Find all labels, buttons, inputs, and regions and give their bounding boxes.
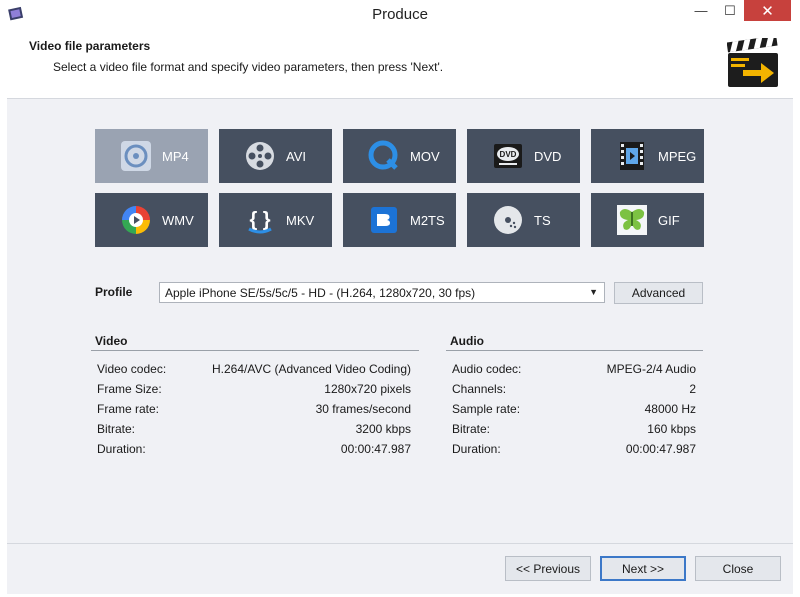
format-avi[interactable]: AVI xyxy=(219,129,332,183)
film-reel-icon xyxy=(243,139,277,173)
content-area: MP4 AVI MOV DVD DVD MPEG WMV { } MKV M2T… xyxy=(7,99,793,543)
video-row: Duration: 00:00:47.987 xyxy=(97,442,411,456)
audio-section-title: Audio xyxy=(450,334,484,348)
format-label: TS xyxy=(534,212,551,228)
format-mp4[interactable]: MP4 xyxy=(95,129,208,183)
dialog-footer: << Previous Next >> Close xyxy=(7,543,793,594)
video-codec-value: H.264/AVC (Advanced Video Coding) xyxy=(211,362,411,376)
close-button[interactable]: Close xyxy=(695,556,781,581)
disc-icon xyxy=(119,139,153,173)
format-ts[interactable]: TS xyxy=(467,193,580,247)
audio-row: Audio codec: MPEG-2/4 Audio xyxy=(452,362,696,376)
film-strip-icon xyxy=(615,139,649,173)
format-label: MOV xyxy=(410,148,440,164)
video-row: Bitrate: 3200 kbps xyxy=(97,422,411,436)
audio-row: Channels: 2 xyxy=(452,382,696,396)
channels-label: Channels: xyxy=(452,382,507,396)
butterfly-icon xyxy=(615,203,649,237)
profile-dropdown[interactable]: Apple iPhone SE/5s/5c/5 - HD - (H.264, 1… xyxy=(159,282,605,303)
audio-divider xyxy=(446,350,703,351)
format-mov[interactable]: MOV xyxy=(343,129,456,183)
audio-duration-label: Duration: xyxy=(452,442,501,456)
format-label: MP4 xyxy=(162,148,189,164)
audio-bitrate-label: Bitrate: xyxy=(452,422,491,436)
maximize-icon: ☐ xyxy=(724,2,736,18)
dvd-icon: DVD xyxy=(491,139,525,173)
frame-size-value: 1280x720 pixels xyxy=(324,382,411,396)
maximize-button[interactable]: ☐ xyxy=(716,0,744,21)
sample-rate-label: Sample rate: xyxy=(452,402,521,416)
video-bitrate-label: Bitrate: xyxy=(97,422,136,436)
format-wmv[interactable]: WMV xyxy=(95,193,208,247)
format-label: GIF xyxy=(658,212,680,228)
frame-rate-label: Frame rate: xyxy=(97,402,160,416)
profile-label: Profile xyxy=(95,285,133,299)
chevron-down-icon: ▼ xyxy=(589,287,598,297)
window-title: Produce xyxy=(372,6,428,23)
video-divider xyxy=(91,350,419,351)
profile-value: Apple iPhone SE/5s/5c/5 - HD - (H.264, 1… xyxy=(165,285,476,300)
video-row: Video codec: H.264/AVC (Advanced Video C… xyxy=(97,362,411,376)
sample-rate-value: 48000 Hz xyxy=(644,402,696,416)
audio-codec-label: Audio codec: xyxy=(452,362,522,376)
video-section-title: Video xyxy=(95,334,128,348)
minimize-button[interactable]: — xyxy=(686,0,716,21)
audio-row: Duration: 00:00:47.987 xyxy=(452,442,696,456)
format-gif[interactable]: GIF xyxy=(591,193,704,247)
audio-duration-value: 00:00:47.987 xyxy=(625,442,696,456)
svg-text:DVD: DVD xyxy=(500,150,517,159)
format-label: WMV xyxy=(162,212,194,228)
quicktime-icon xyxy=(367,139,401,173)
page-header: Video file parameters Select a video fil… xyxy=(7,30,793,99)
audio-row: Bitrate: 160 kbps xyxy=(452,422,696,436)
frame-size-label: Frame Size: xyxy=(97,382,162,396)
page-title: Video file parameters xyxy=(29,39,151,53)
svg-text:{ }: { } xyxy=(249,209,270,231)
channels-value: 2 xyxy=(689,382,696,396)
video-bitrate-value: 3200 kbps xyxy=(355,422,411,436)
previous-button[interactable]: << Previous xyxy=(505,556,591,581)
title-bar: Produce — ☐ ✕ xyxy=(0,0,800,30)
page-subtitle: Select a video file format and specify v… xyxy=(53,60,444,74)
format-mkv[interactable]: { } MKV xyxy=(219,193,332,247)
format-mpeg[interactable]: MPEG xyxy=(591,129,704,183)
format-label: MKV xyxy=(286,212,315,228)
format-label: DVD xyxy=(534,148,562,164)
format-label: AVI xyxy=(286,148,306,164)
video-row: Frame rate: 30 frames/second xyxy=(97,402,411,416)
braces-icon: { } xyxy=(243,203,277,237)
clapperboard-icon xyxy=(727,38,778,87)
windows-media-icon xyxy=(119,203,153,237)
audio-row: Sample rate: 48000 Hz xyxy=(452,402,696,416)
frame-rate-value: 30 frames/second xyxy=(315,402,411,416)
format-dvd[interactable]: DVD DVD xyxy=(467,129,580,183)
format-m2ts[interactable]: M2TS xyxy=(343,193,456,247)
video-codec-label: Video codec: xyxy=(97,362,167,376)
video-duration-label: Duration: xyxy=(97,442,146,456)
next-button[interactable]: Next >> xyxy=(600,556,686,581)
advanced-button[interactable]: Advanced xyxy=(614,282,703,304)
close-window-button[interactable]: ✕ xyxy=(744,0,791,21)
audio-bitrate-value: 160 kbps xyxy=(647,422,696,436)
audio-codec-value: MPEG-2/4 Audio xyxy=(606,362,696,376)
format-label: MPEG xyxy=(658,148,697,164)
close-icon: ✕ xyxy=(761,2,774,20)
format-label: M2TS xyxy=(410,212,445,228)
bluray-icon xyxy=(367,203,401,237)
disc-dots-icon xyxy=(491,203,525,237)
minimize-icon: — xyxy=(694,3,708,18)
video-row: Frame Size: 1280x720 pixels xyxy=(97,382,411,396)
video-duration-value: 00:00:47.987 xyxy=(340,442,411,456)
